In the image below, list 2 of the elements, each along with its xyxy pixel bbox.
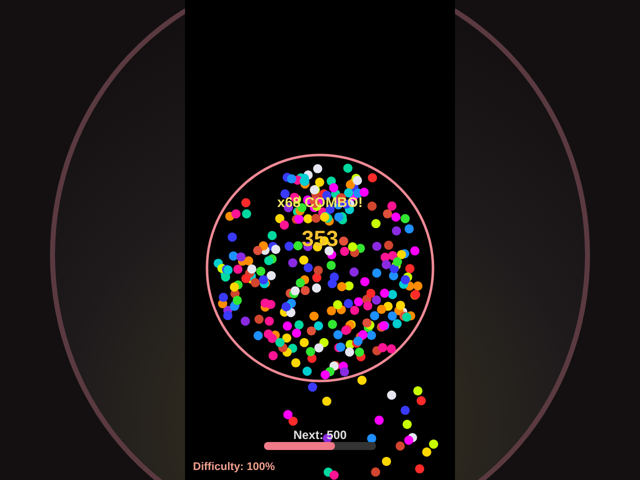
next-label: Next: 500 — [292, 428, 348, 442]
difficulty-text: Difficulty: 100% — [193, 461, 275, 473]
